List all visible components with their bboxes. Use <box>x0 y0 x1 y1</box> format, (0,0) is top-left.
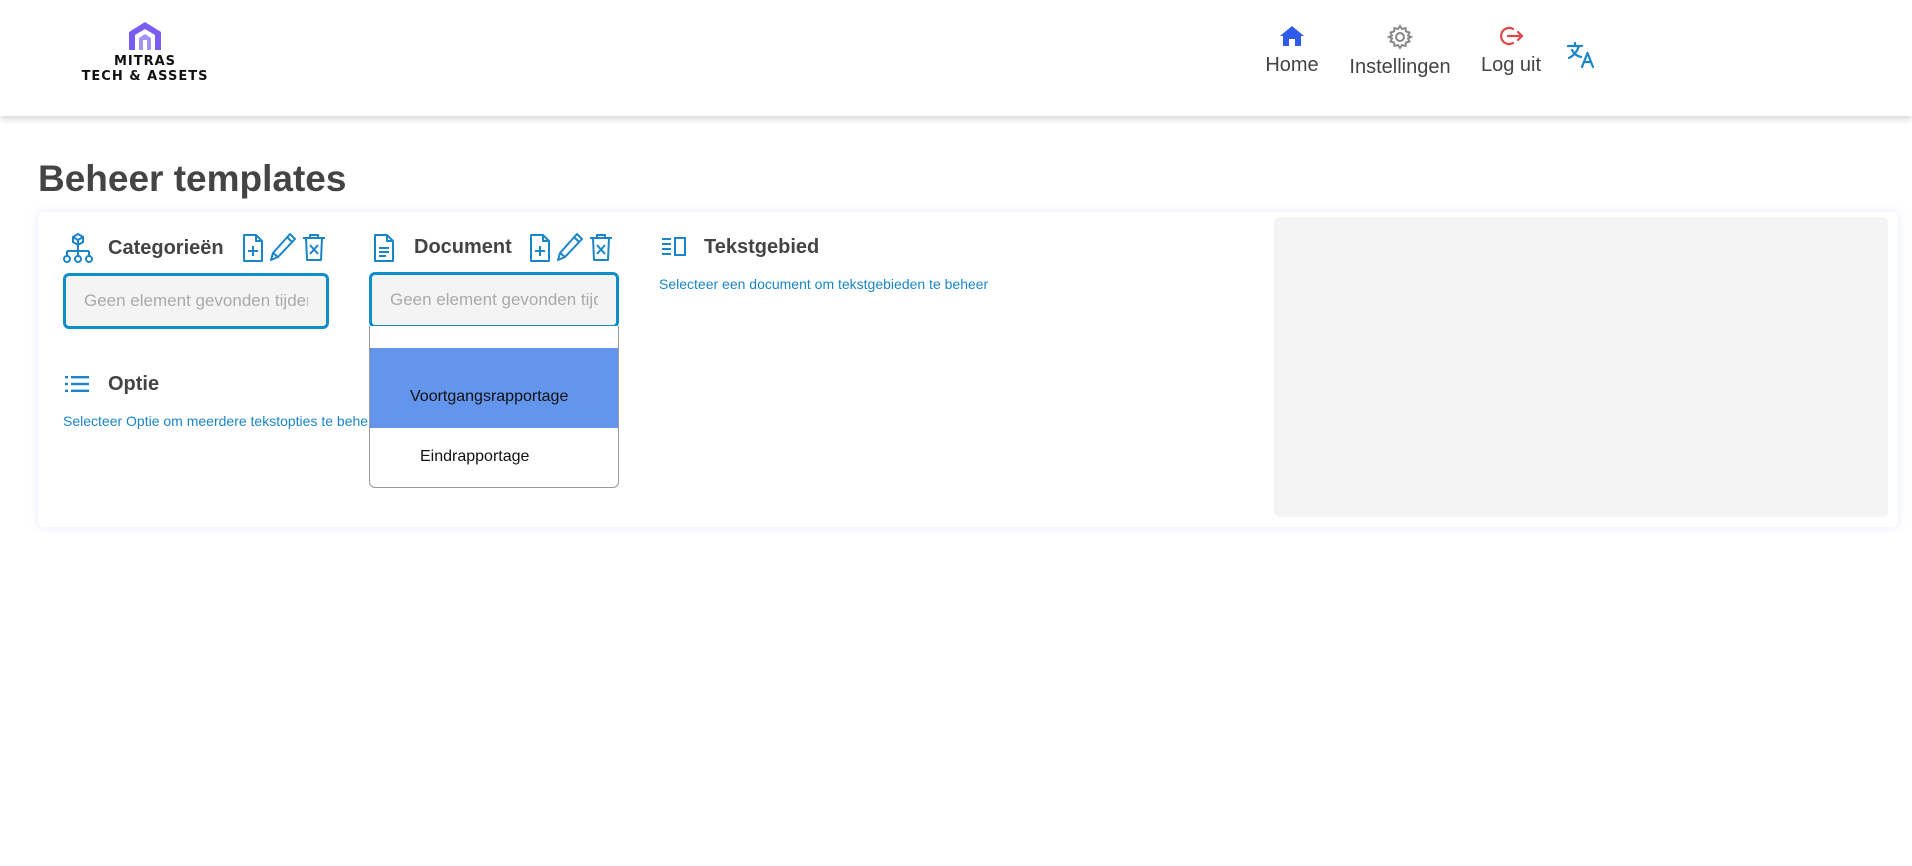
nav-logout-label: Log uit <box>1480 54 1542 76</box>
language-switch[interactable] <box>1566 40 1596 70</box>
text-block-icon <box>662 237 686 256</box>
brand-name-line1: MITRAS <box>113 54 177 69</box>
edit-document-icon[interactable] <box>555 231 585 263</box>
textarea-title: Tekstgebied <box>704 236 820 258</box>
option-hint: Selecteer Optie om meerdere tekstopties … <box>63 413 368 429</box>
add-category-icon[interactable] <box>241 233 265 263</box>
gear-icon <box>1387 24 1413 50</box>
document-option-voortgangsrapportage[interactable]: Voortgangsrapportage <box>370 348 618 428</box>
nav-home[interactable]: Home <box>1262 24 1322 84</box>
brand-logo[interactable]: MITRAS TECH & ASSETS <box>80 20 210 90</box>
add-document-icon[interactable] <box>528 233 552 263</box>
categories-search-input[interactable] <box>66 276 326 326</box>
delete-category-icon[interactable] <box>301 232 327 262</box>
translate-icon <box>1566 41 1595 69</box>
document-title: Document <box>414 236 512 258</box>
document-search-field[interactable] <box>369 272 619 328</box>
house-logo-icon <box>129 22 161 50</box>
textarea-hint: Selecteer een document om tekstgebieden … <box>659 276 989 292</box>
delete-document-icon[interactable] <box>588 232 614 262</box>
document-dropdown: Voortgangsrapportage Eindrapportage <box>369 326 619 488</box>
preview-panel <box>1274 217 1888 517</box>
list-icon <box>65 376 89 392</box>
logout-icon <box>1500 26 1524 46</box>
document-icon <box>374 234 394 262</box>
document-option-eindrapportage[interactable]: Eindrapportage <box>370 428 618 487</box>
hierarchy-icon <box>63 232 93 263</box>
option-title: Optie <box>108 373 160 395</box>
top-bar: MITRAS TECH & ASSETS Home Instellingen L… <box>0 0 1912 116</box>
page-title: Beheer templates <box>38 158 347 199</box>
nav-settings[interactable]: Instellingen <box>1346 24 1454 84</box>
document-search-input[interactable] <box>372 275 616 325</box>
categories-title: Categorieën <box>108 237 224 259</box>
nav-logout[interactable]: Log uit <box>1476 24 1546 84</box>
nav-home-label: Home <box>1265 54 1319 76</box>
nav-settings-label: Instellingen <box>1349 56 1451 78</box>
categories-search-field[interactable] <box>63 273 329 329</box>
brand-name-line2: TECH & ASSETS <box>81 69 209 84</box>
edit-category-icon[interactable] <box>268 231 298 263</box>
home-icon <box>1280 26 1304 46</box>
